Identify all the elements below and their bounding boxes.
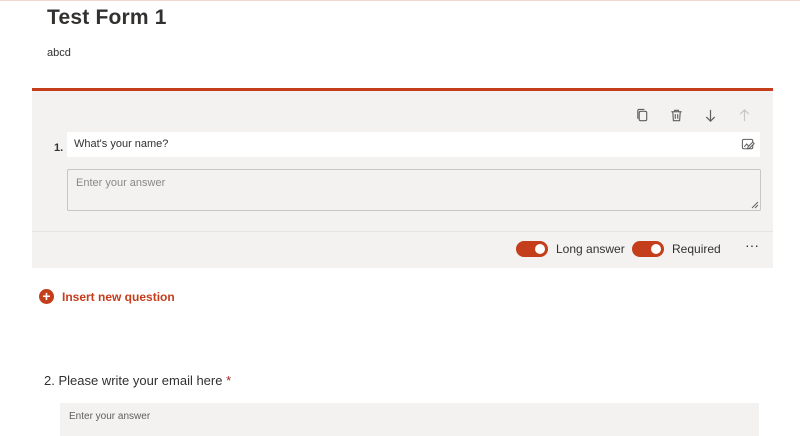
delete-question-button[interactable] xyxy=(659,101,693,129)
insert-new-question-button[interactable]: + Insert new question xyxy=(39,289,175,304)
copy-question-button[interactable] xyxy=(625,101,659,129)
question-toolbar xyxy=(625,101,761,129)
question-title-input[interactable]: What's your name? xyxy=(67,132,760,157)
form-title[interactable]: Test Form 1 xyxy=(47,6,167,30)
question-footer: Long answer Required ··· xyxy=(32,231,773,269)
edit-image-icon[interactable] xyxy=(741,137,756,152)
question-number: 1. xyxy=(54,142,64,154)
resize-grip-icon[interactable] xyxy=(751,201,759,209)
toggle-knob xyxy=(651,244,661,254)
required-marker: * xyxy=(226,373,232,388)
arrow-up-icon xyxy=(739,108,749,121)
form-description[interactable]: abcd xyxy=(47,47,71,59)
copy-icon xyxy=(636,108,647,121)
more-options-button[interactable]: ··· xyxy=(743,238,761,256)
answer-textarea[interactable]: Enter your answer xyxy=(67,169,761,211)
question-2-title[interactable]: 2. Please write your email here * xyxy=(44,373,231,388)
required-toggle[interactable] xyxy=(632,241,664,257)
trash-icon xyxy=(670,109,682,121)
question-2-placeholder: Enter your answer xyxy=(69,411,151,422)
insert-new-question-label: Insert new question xyxy=(62,289,175,304)
answer-placeholder: Enter your answer xyxy=(76,177,166,189)
long-answer-label: Long answer xyxy=(556,242,625,256)
move-up-button[interactable] xyxy=(727,101,761,129)
question-card-1[interactable]: 1. What's your name? Enter your answer L… xyxy=(32,88,773,268)
long-answer-toggle[interactable] xyxy=(516,241,548,257)
question-title-text: What's your name? xyxy=(74,138,169,150)
add-icon: + xyxy=(39,289,54,304)
toggle-knob xyxy=(535,244,545,254)
question-2-answer-input[interactable]: Enter your answer xyxy=(60,403,759,436)
question-2-title-text: 2. Please write your email here xyxy=(44,373,223,388)
required-label: Required xyxy=(672,242,721,256)
arrow-down-icon xyxy=(705,109,715,122)
top-divider xyxy=(0,0,800,1)
move-down-button[interactable] xyxy=(693,101,727,129)
